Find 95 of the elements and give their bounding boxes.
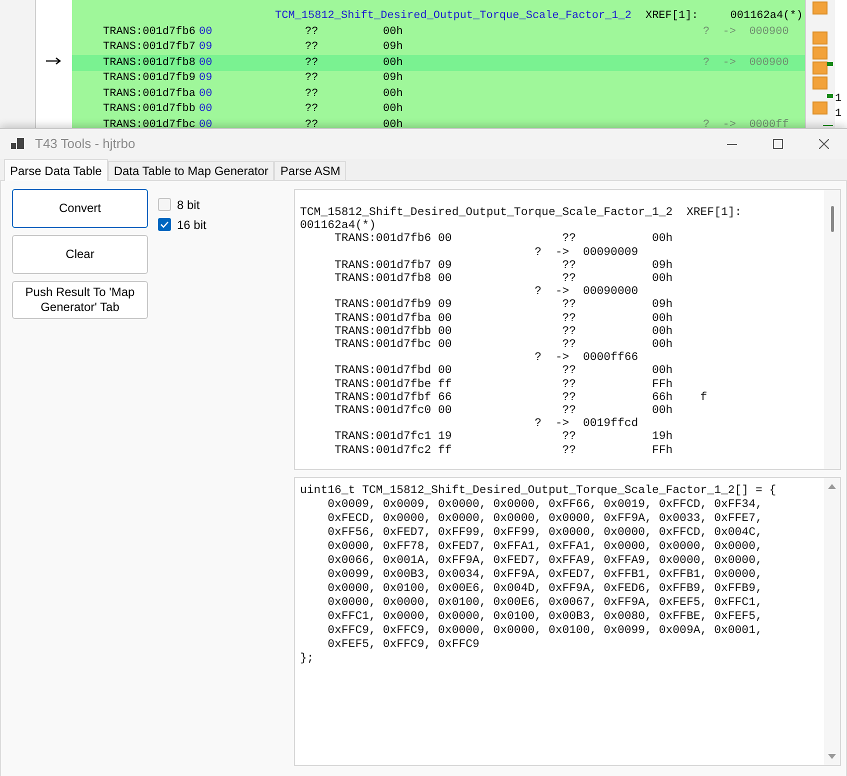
address-text: TRANS:001d7fb6 xyxy=(103,24,196,40)
listing-row[interactable]: TRANS:001d7fb7 09 ?? 09h xyxy=(72,40,805,55)
byte-text: 00 xyxy=(199,24,214,40)
code-line: 0x0009, 0x0009, 0x0000, 0x0000, 0xFF66, 0x0019, 0xFFCD, 0xFF34, xyxy=(326,498,762,512)
address-text: TRANS:001d7fb9 xyxy=(103,71,196,86)
text-line: ? -> 0000ff66 xyxy=(534,351,638,364)
text-line: TRANS:001d7fc2 ff ?? FFh xyxy=(334,444,673,457)
listing-row[interactable]: TRANS:001d7fbb 00 ?? 00h xyxy=(72,102,805,117)
code-line: 0x0000, 0x0000, 0x0100, 0x00E6, 0x0067, 0xFF9A, 0xFEF5, 0xFFC1, xyxy=(326,596,762,610)
scroll-up-icon[interactable] xyxy=(828,484,836,489)
window-title: T43 Tools - hjtrbo xyxy=(35,135,136,154)
text-line: ? -> 0019ffcd xyxy=(534,417,638,430)
text-line: ? -> 00090000 xyxy=(534,285,638,298)
listing-row[interactable]: TRANS:001d7fba 00 ?? 00h xyxy=(72,86,805,102)
code-line: 0x0099, 0x00B3, 0x0034, 0xFF9A, 0xFED7, 0xFFB1, 0xFFB1, 0x0000, xyxy=(326,568,762,582)
text-line: TRANS:001d7fc0 00 ?? 00h xyxy=(334,404,673,418)
byte-text: 00 xyxy=(199,102,214,117)
text-line: TRANS:001d7fb8 00 ?? 00h xyxy=(334,272,673,286)
scroll-down-icon[interactable] xyxy=(828,754,836,759)
type-text: ?? xyxy=(305,71,320,86)
text-line: TRANS:001d7fbf 66 ?? 66h f xyxy=(334,390,708,404)
text-line: TRANS:001d7fbc 00 ?? 00h xyxy=(334,338,673,352)
option-label: 16 bit xyxy=(177,216,206,234)
address-text: TRANS:001d7fbc xyxy=(103,118,196,128)
cut-off-text: 1 xyxy=(835,92,843,107)
text-line: 001162a4(*) xyxy=(300,219,376,232)
type-text: ?? xyxy=(305,118,320,128)
text-line: TRANS:001d7fb6 00 ?? 00h xyxy=(334,232,673,246)
byte-text: 09 xyxy=(199,40,214,55)
check-icon xyxy=(160,221,169,228)
text-line: TRANS:001d7fc1 19 ?? 19h xyxy=(334,430,673,444)
type-text: ?? xyxy=(305,102,320,117)
code-line: }; xyxy=(300,652,314,666)
text-line: TCM_15812_Shift_Desired_Output_Torque_Scale_Factor_1_2 XREF[1]: xyxy=(300,206,742,220)
byte-text: 00 xyxy=(199,86,214,102)
value-text: 00h xyxy=(383,86,404,102)
text-line: ? -> 00090009 xyxy=(534,246,638,259)
text-line: TRANS:001d7fb7 09 ?? 09h xyxy=(334,258,673,272)
address-text: TRANS:001d7fba xyxy=(103,86,196,102)
value-text: 00h xyxy=(383,56,404,70)
tab[interactable]: Parse ASM xyxy=(274,161,346,180)
reference-text: ? -> 000900 xyxy=(703,56,789,70)
type-text: ?? xyxy=(305,86,320,102)
type-text: ?? xyxy=(305,56,320,70)
text-line: TRANS:001d7fbd 00 ?? 00h xyxy=(334,364,673,378)
address-text: TRANS:001d7fbb xyxy=(103,102,196,117)
xref-address: 001162a4(*) xyxy=(730,8,803,24)
value-text: 00h xyxy=(383,24,404,40)
reference-text: ? -> 0000ff xyxy=(703,118,789,128)
app-icon xyxy=(11,138,25,150)
tab[interactable]: Parse Data Table xyxy=(4,159,108,181)
code-line: 0x0000, 0xFF78, 0xFED7, 0xFFA1, 0xFFA1, 0x0000, 0x0000, 0x0000, xyxy=(326,540,762,554)
byte-text: 00 xyxy=(199,56,214,70)
value-text: 00h xyxy=(383,102,404,117)
code-line: 0xFFC1, 0x0000, 0x0000, 0x0100, 0x00B3, 0x0080, 0xFFBE, 0xFEF5, xyxy=(326,610,762,624)
output-text-area[interactable] xyxy=(294,477,841,766)
code-line: 0xFEF5, 0xFFC9, 0xFFC9 xyxy=(326,638,480,652)
value-text: 09h xyxy=(383,71,404,86)
address-text: TRANS:001d7fb7 xyxy=(103,40,196,55)
option-label: 8 bit xyxy=(177,196,200,214)
type-text: ?? xyxy=(305,40,320,55)
action-button[interactable]: Clear xyxy=(12,235,148,274)
text-line: TRANS:001d7fbb 00 ?? 00h xyxy=(334,324,673,338)
listing-row[interactable]: TRANS:001d7fb9 09 ?? 09h xyxy=(72,70,805,86)
value-text: 00h xyxy=(383,118,404,128)
text-line: TRANS:001d7fba 00 ?? 00h xyxy=(334,312,673,325)
cut-off-text: 1 xyxy=(835,107,843,122)
code-line: 0xFFC9, 0xFFC9, 0x0000, 0x0000, 0x0100, 0x0099, 0x009A, 0x0001, xyxy=(326,624,762,638)
code-line: 0x0000, 0x0100, 0x00E6, 0x004D, 0xFF9A, 0xFED6, 0xFFB9, 0xFFB9, xyxy=(326,582,762,596)
listing-row[interactable]: TRANS:001d7fb8 00 ?? 00h ? -> 000900 xyxy=(72,55,805,70)
code-line: 0xFECD, 0x0000, 0x0000, 0x0000, 0x0000, 0xFF9A, 0x0033, 0xFFE7, xyxy=(326,512,762,526)
checkbox[interactable] xyxy=(158,218,171,231)
byte-text: 00 xyxy=(199,118,214,128)
listing-row[interactable]: TRANS:001d7fbc 00 ?? 00h ? -> 0000ff xyxy=(72,117,805,128)
tab[interactable]: Data Table to Map Generator xyxy=(108,161,274,180)
checkbox[interactable] xyxy=(158,198,171,211)
address-text: TRANS:001d7fb8 xyxy=(103,56,196,70)
value-text: 09h xyxy=(383,40,404,55)
label-text: TCM_15812_Shift_Desired_Output_Torque_Scale_Factor_1_2 xyxy=(275,8,632,24)
text-line: TRANS:001d7fbe ff ?? FFh xyxy=(334,378,673,391)
maximize-icon xyxy=(773,139,783,149)
xref-text: XREF[1]: xyxy=(645,8,698,24)
input-text-area[interactable] xyxy=(294,189,841,470)
code-line: uint16_t TCM_15812_Shift_Desired_Output_Torque_Scale_Factor_1_2[] = { xyxy=(300,484,776,498)
reference-text: ? -> 000900 xyxy=(703,24,789,40)
action-button[interactable]: Convert xyxy=(12,189,148,228)
type-text: ?? xyxy=(305,24,320,40)
close-icon xyxy=(819,139,829,149)
text-line: TRANS:001d7fb9 09 ?? 09h xyxy=(334,298,673,312)
action-button[interactable]: Push Result To 'Map Generator' Tab xyxy=(12,281,148,319)
byte-text: 09 xyxy=(199,71,214,86)
listing-row[interactable]: TRANS:001d7fb6 00 ?? 00h ? -> 000900 xyxy=(72,24,805,40)
code-line: 0xFF56, 0xFED7, 0xFF99, 0xFF99, 0x0000, 0x0000, 0xFFCD, 0x004C, xyxy=(326,526,762,540)
scrollbar-thumb[interactable] xyxy=(830,206,834,232)
code-line: 0x0066, 0x001A, 0xFF9A, 0xFED7, 0xFFA9, 0xFFA9, 0x0000, 0x0000, xyxy=(326,554,762,568)
